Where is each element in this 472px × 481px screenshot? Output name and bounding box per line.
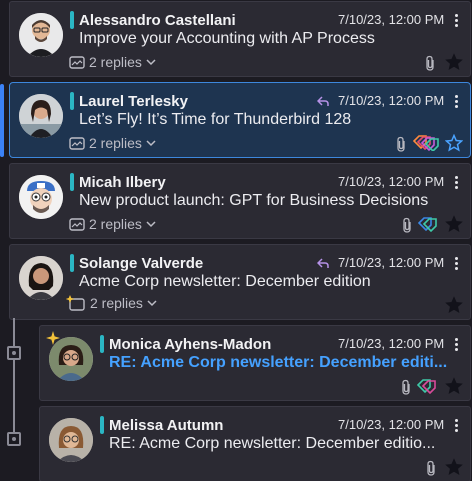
tags-icon[interactable] xyxy=(417,378,437,394)
avatar xyxy=(19,94,63,138)
tag-color-bar xyxy=(70,11,74,29)
message-subject: Let’s Fly! It’s Time for Thunderbird 128 xyxy=(79,111,352,128)
tags-icon[interactable] xyxy=(413,135,439,151)
replies-toggle[interactable]: 2 replies xyxy=(69,216,156,232)
star-icon[interactable] xyxy=(445,134,463,152)
kebab-menu-icon[interactable] xyxy=(450,417,462,435)
sparkle-thread-icon xyxy=(66,295,85,311)
paperclip-icon xyxy=(427,460,435,476)
star-icon[interactable] xyxy=(445,215,463,233)
replies-toggle[interactable]: 2 replies xyxy=(66,294,157,312)
kebab-menu-icon[interactable] xyxy=(450,255,462,273)
thread-icon xyxy=(69,55,85,69)
kebab-menu-icon[interactable] xyxy=(450,336,462,354)
replies-label: 2 replies xyxy=(89,135,142,151)
kebab-menu-icon[interactable] xyxy=(450,174,462,192)
sender-name: Monica Ayhens-Madon xyxy=(109,336,272,353)
message-subject: RE: Acme Corp newsletter: December editi… xyxy=(109,354,448,371)
message-subject: Improve your Accounting with AP Process xyxy=(79,30,375,47)
chevron-down-icon xyxy=(146,140,156,147)
selection-indicator xyxy=(0,84,4,157)
message-card[interactable]: Alessandro Castellani 7/10/23, 12:00 PM … xyxy=(9,1,471,77)
star-icon[interactable] xyxy=(445,296,463,314)
chevron-down-icon xyxy=(146,59,156,66)
chevron-down-icon xyxy=(146,221,156,228)
message-card-selected[interactable]: Laurel Terlesky 7/10/23, 12:00 PM Let’s … xyxy=(9,82,471,158)
paperclip-icon xyxy=(397,136,405,152)
replies-label: 2 replies xyxy=(89,54,142,70)
message-subject: Acme Corp newsletter: December edition xyxy=(79,273,371,290)
star-icon[interactable] xyxy=(445,377,463,395)
kebab-menu-icon[interactable] xyxy=(450,12,462,30)
thread-connector-line xyxy=(13,318,15,440)
message-date: 7/10/23, 12:00 PM xyxy=(338,255,445,270)
message-date: 7/10/23, 12:00 PM xyxy=(338,12,445,27)
avatar xyxy=(19,256,63,300)
reply-card[interactable]: Melissa Autumn 7/10/23, 12:00 PM RE: Acm… xyxy=(39,406,471,481)
thread-icon xyxy=(69,217,85,231)
tag-color-bar xyxy=(100,416,104,434)
message-card[interactable]: Micah Ilbery 7/10/23, 12:00 PM New produ… xyxy=(9,163,471,239)
star-icon[interactable] xyxy=(445,458,463,476)
kebab-menu-icon[interactable] xyxy=(450,93,462,111)
thread-node xyxy=(7,432,21,446)
reply-card[interactable]: Monica Ayhens-Madon 7/10/23, 12:00 PM RE… xyxy=(39,325,471,401)
thread-node xyxy=(7,346,21,360)
star-icon[interactable] xyxy=(445,53,463,71)
reply-icon xyxy=(317,258,329,268)
avatar xyxy=(49,418,93,462)
replies-toggle[interactable]: 2 replies xyxy=(69,135,156,151)
reply-icon xyxy=(317,96,329,106)
tags-icon[interactable] xyxy=(418,216,438,232)
replies-label: 2 replies xyxy=(89,216,142,232)
avatar xyxy=(19,175,63,219)
sender-name: Laurel Terlesky xyxy=(79,93,188,110)
sender-name: Melissa Autumn xyxy=(109,417,224,434)
replies-toggle[interactable]: 2 replies xyxy=(69,54,156,70)
sparkle-icon xyxy=(46,331,60,345)
message-subject: RE: Acme Corp newsletter: December editi… xyxy=(109,435,436,452)
sender-name: Solange Valverde xyxy=(79,255,204,272)
thread-icon xyxy=(69,136,85,150)
tag-color-bar xyxy=(70,173,74,191)
message-card[interactable]: Solange Valverde 7/10/23, 12:00 PM Acme … xyxy=(9,244,471,320)
sender-name: Alessandro Castellani xyxy=(79,12,236,29)
message-date: 7/10/23, 12:00 PM xyxy=(338,93,445,108)
message-date: 7/10/23, 12:00 PM xyxy=(338,336,445,351)
avatar xyxy=(19,13,63,57)
message-date: 7/10/23, 12:00 PM xyxy=(338,174,445,189)
chevron-down-icon xyxy=(147,300,157,307)
replies-label: 2 replies xyxy=(90,295,143,311)
message-subject: New product launch: GPT for Business Dec… xyxy=(79,192,429,209)
paperclip-icon xyxy=(426,55,434,71)
tag-color-bar xyxy=(70,92,74,110)
tag-color-bar xyxy=(70,254,74,272)
tag-color-bar xyxy=(100,335,104,353)
paperclip-icon xyxy=(402,379,410,395)
paperclip-icon xyxy=(403,217,411,233)
message-date: 7/10/23, 12:00 PM xyxy=(338,417,445,432)
sender-name: Micah Ilbery xyxy=(79,174,166,191)
